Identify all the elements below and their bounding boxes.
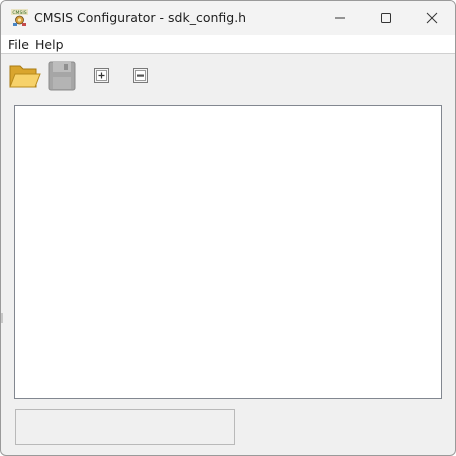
menu-bar: File Help xyxy=(1,35,455,54)
expand-all-icon xyxy=(94,68,109,83)
title-bar[interactable]: CMSIS CMSIS Configurator - sdk_config.h xyxy=(1,1,455,35)
minimize-button[interactable] xyxy=(317,1,363,35)
app-icon-label: CMSIS xyxy=(12,10,26,16)
app-window: CMSIS CMSIS Configurator - sdk_config.h xyxy=(0,0,456,456)
menu-help[interactable]: Help xyxy=(35,37,64,52)
save-button[interactable] xyxy=(48,61,76,91)
close-icon xyxy=(426,12,438,24)
cmsis-app-icon: CMSIS xyxy=(11,9,28,26)
window-edge-mark xyxy=(1,313,3,323)
menu-file[interactable]: File xyxy=(8,37,29,52)
floppy-disk-icon xyxy=(48,61,76,91)
maximize-icon xyxy=(381,13,391,23)
collapse-all-button[interactable] xyxy=(133,68,148,83)
open-file-button[interactable] xyxy=(9,61,41,91)
expand-all-button[interactable] xyxy=(94,68,109,83)
window-title: CMSIS Configurator - sdk_config.h xyxy=(34,10,247,25)
minimize-icon xyxy=(335,17,345,19)
config-tree-view[interactable] xyxy=(14,105,442,399)
folder-open-icon xyxy=(9,65,41,88)
collapse-all-icon xyxy=(133,68,148,83)
close-button[interactable] xyxy=(409,1,455,35)
description-box xyxy=(15,409,235,445)
maximize-button[interactable] xyxy=(363,1,409,35)
